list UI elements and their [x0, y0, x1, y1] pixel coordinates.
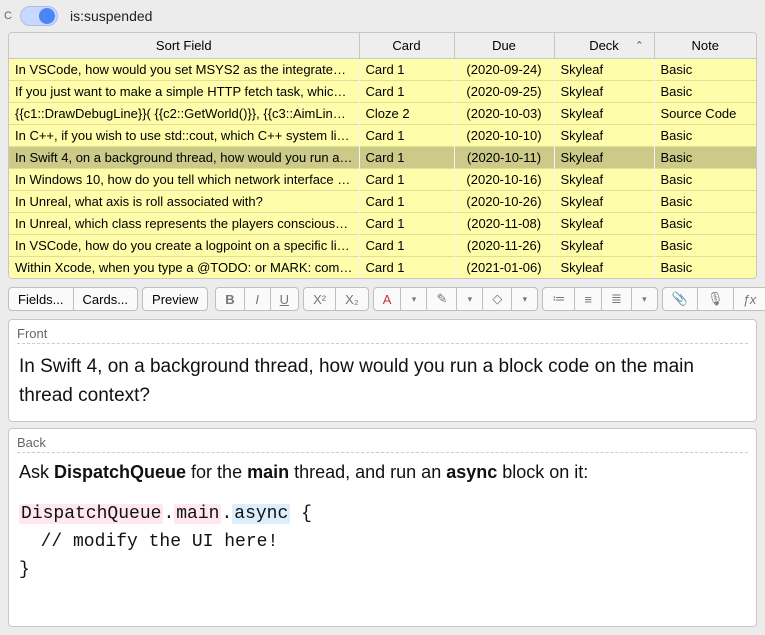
- table-row[interactable]: In C++, if you wish to use std::cout, wh…: [9, 125, 756, 147]
- cell-sort-field: In Windows 10, how do you tell which net…: [9, 169, 359, 191]
- attach-button[interactable]: 📎: [662, 287, 698, 311]
- front-label: Front: [17, 326, 748, 344]
- cell-due: (2020-10-26): [454, 191, 554, 213]
- back-label: Back: [17, 435, 748, 453]
- cell-note: Basic: [654, 191, 756, 213]
- cell-deck: Skyleaf: [554, 257, 654, 279]
- back-code-block: DispatchQueue.main.async { // modify the…: [19, 501, 746, 585]
- cell-deck: Skyleaf: [554, 235, 654, 257]
- table-row[interactable]: In VSCode, how do you create a logpoint …: [9, 235, 756, 257]
- back-pane: Back Ask DispatchQueue for the main thre…: [8, 428, 757, 627]
- cell-due: (2020-11-08): [454, 213, 554, 235]
- cell-sort-field: In C++, if you wish to use std::cout, wh…: [9, 125, 359, 147]
- cell-due: (2020-10-11): [454, 147, 554, 169]
- cell-note: Basic: [654, 169, 756, 191]
- cell-card: Card 1: [359, 257, 454, 279]
- table-row[interactable]: In Windows 10, how do you tell which net…: [9, 169, 756, 191]
- cards-button[interactable]: Cards...: [74, 287, 139, 311]
- fields-button[interactable]: Fields...: [8, 287, 74, 311]
- bullet-list-button[interactable]: ≔: [542, 287, 575, 311]
- editor-toolbar: Fields... Cards... Preview B I U X² X₂ A…: [8, 287, 757, 311]
- cell-sort-field: In Swift 4, on a background thread, how …: [9, 147, 359, 169]
- cell-sort-field: In VSCode, how do you create a logpoint …: [9, 235, 359, 257]
- cell-note: Basic: [654, 125, 756, 147]
- col-due[interactable]: Due: [454, 33, 554, 59]
- cell-deck: Skyleaf: [554, 125, 654, 147]
- preview-button[interactable]: Preview: [142, 287, 208, 311]
- cell-card: Card 1: [359, 235, 454, 257]
- front-content[interactable]: In Swift 4, on a background thread, how …: [17, 348, 748, 415]
- cell-note: Basic: [654, 59, 756, 81]
- editor-panes: Front In Swift 4, on a background thread…: [8, 319, 757, 627]
- cell-card: Cloze 2: [359, 103, 454, 125]
- cell-card: Card 1: [359, 213, 454, 235]
- cell-deck: Skyleaf: [554, 59, 654, 81]
- cell-sort-field: If you just want to make a simple HTTP f…: [9, 81, 359, 103]
- cell-deck: Skyleaf: [554, 191, 654, 213]
- search-toggle[interactable]: [20, 6, 58, 26]
- subscript-button[interactable]: X₂: [336, 287, 369, 311]
- chevron-up-icon: ⌃: [635, 40, 643, 51]
- italic-button[interactable]: I: [245, 287, 271, 311]
- record-button[interactable]: 🎙: [698, 287, 734, 311]
- table-row[interactable]: In Unreal, which class represents the pl…: [9, 213, 756, 235]
- underline-button[interactable]: U: [271, 287, 299, 311]
- col-card[interactable]: Card: [359, 33, 454, 59]
- clear-format-button[interactable]: ◇: [483, 287, 512, 311]
- cell-card: Card 1: [359, 169, 454, 191]
- cell-deck: Skyleaf: [554, 213, 654, 235]
- cell-card: Card 1: [359, 125, 454, 147]
- cell-note: Source Code: [654, 103, 756, 125]
- cell-sort-field: {{c1::DrawDebugLine}}( {{c2::GetWorld()}…: [9, 103, 359, 125]
- col-sort-field[interactable]: Sort Field: [9, 33, 359, 59]
- cell-note: Basic: [654, 213, 756, 235]
- cell-deck: Skyleaf: [554, 169, 654, 191]
- highlight-button[interactable]: ✎: [427, 287, 457, 311]
- cell-deck: Skyleaf: [554, 147, 654, 169]
- table-row[interactable]: In VSCode, how would you set MSYS2 as th…: [9, 59, 756, 81]
- table-row[interactable]: If you just want to make a simple HTTP f…: [9, 81, 756, 103]
- cell-card: Card 1: [359, 59, 454, 81]
- cell-card: Card 1: [359, 147, 454, 169]
- cell-due: (2020-09-25): [454, 81, 554, 103]
- cards-table: Sort Field Card Due Deck⌃ Note In VSCode…: [8, 32, 757, 279]
- cell-deck: Skyleaf: [554, 103, 654, 125]
- cell-deck: Skyleaf: [554, 81, 654, 103]
- superscript-button[interactable]: X²: [303, 287, 336, 311]
- cell-due: (2020-11-26): [454, 235, 554, 257]
- cell-due: (2020-10-03): [454, 103, 554, 125]
- table-row[interactable]: In Swift 4, on a background thread, how …: [9, 147, 756, 169]
- front-pane: Front In Swift 4, on a background thread…: [8, 319, 757, 422]
- fx-button[interactable]: ƒx: [734, 287, 765, 311]
- cell-sort-field: In Unreal, which class represents the pl…: [9, 213, 359, 235]
- search-bar: C: [0, 0, 765, 32]
- cell-due: (2020-10-16): [454, 169, 554, 191]
- table-row[interactable]: In Unreal, what axis is roll associated …: [9, 191, 756, 213]
- numbered-list-button[interactable]: ≡: [575, 287, 602, 311]
- cell-sort-field: In Unreal, what axis is roll associated …: [9, 191, 359, 213]
- col-note[interactable]: Note: [654, 33, 756, 59]
- cell-due: (2021-01-06): [454, 257, 554, 279]
- toggle-letter: C: [4, 10, 12, 22]
- table-row[interactable]: Within Xcode, when you type a @TODO: or …: [9, 257, 756, 279]
- cell-card: Card 1: [359, 81, 454, 103]
- col-deck[interactable]: Deck⌃: [554, 33, 654, 59]
- bold-button[interactable]: B: [215, 287, 244, 311]
- cell-due: (2020-09-24): [454, 59, 554, 81]
- cell-sort-field: Within Xcode, when you type a @TODO: or …: [9, 257, 359, 279]
- text-color-button[interactable]: A: [373, 287, 402, 311]
- cell-card: Card 1: [359, 191, 454, 213]
- cell-note: Basic: [654, 147, 756, 169]
- align-button[interactable]: ≣: [602, 287, 632, 311]
- cell-due: (2020-10-10): [454, 125, 554, 147]
- table-header-row: Sort Field Card Due Deck⌃ Note: [9, 33, 756, 59]
- back-content[interactable]: Ask DispatchQueue for the main thread, a…: [17, 457, 748, 587]
- cell-note: Basic: [654, 235, 756, 257]
- cell-note: Basic: [654, 257, 756, 279]
- cell-sort-field: In VSCode, how would you set MSYS2 as th…: [9, 59, 359, 81]
- cell-note: Basic: [654, 81, 756, 103]
- table-row[interactable]: {{c1::DrawDebugLine}}( {{c2::GetWorld()}…: [9, 103, 756, 125]
- search-input[interactable]: [66, 6, 755, 26]
